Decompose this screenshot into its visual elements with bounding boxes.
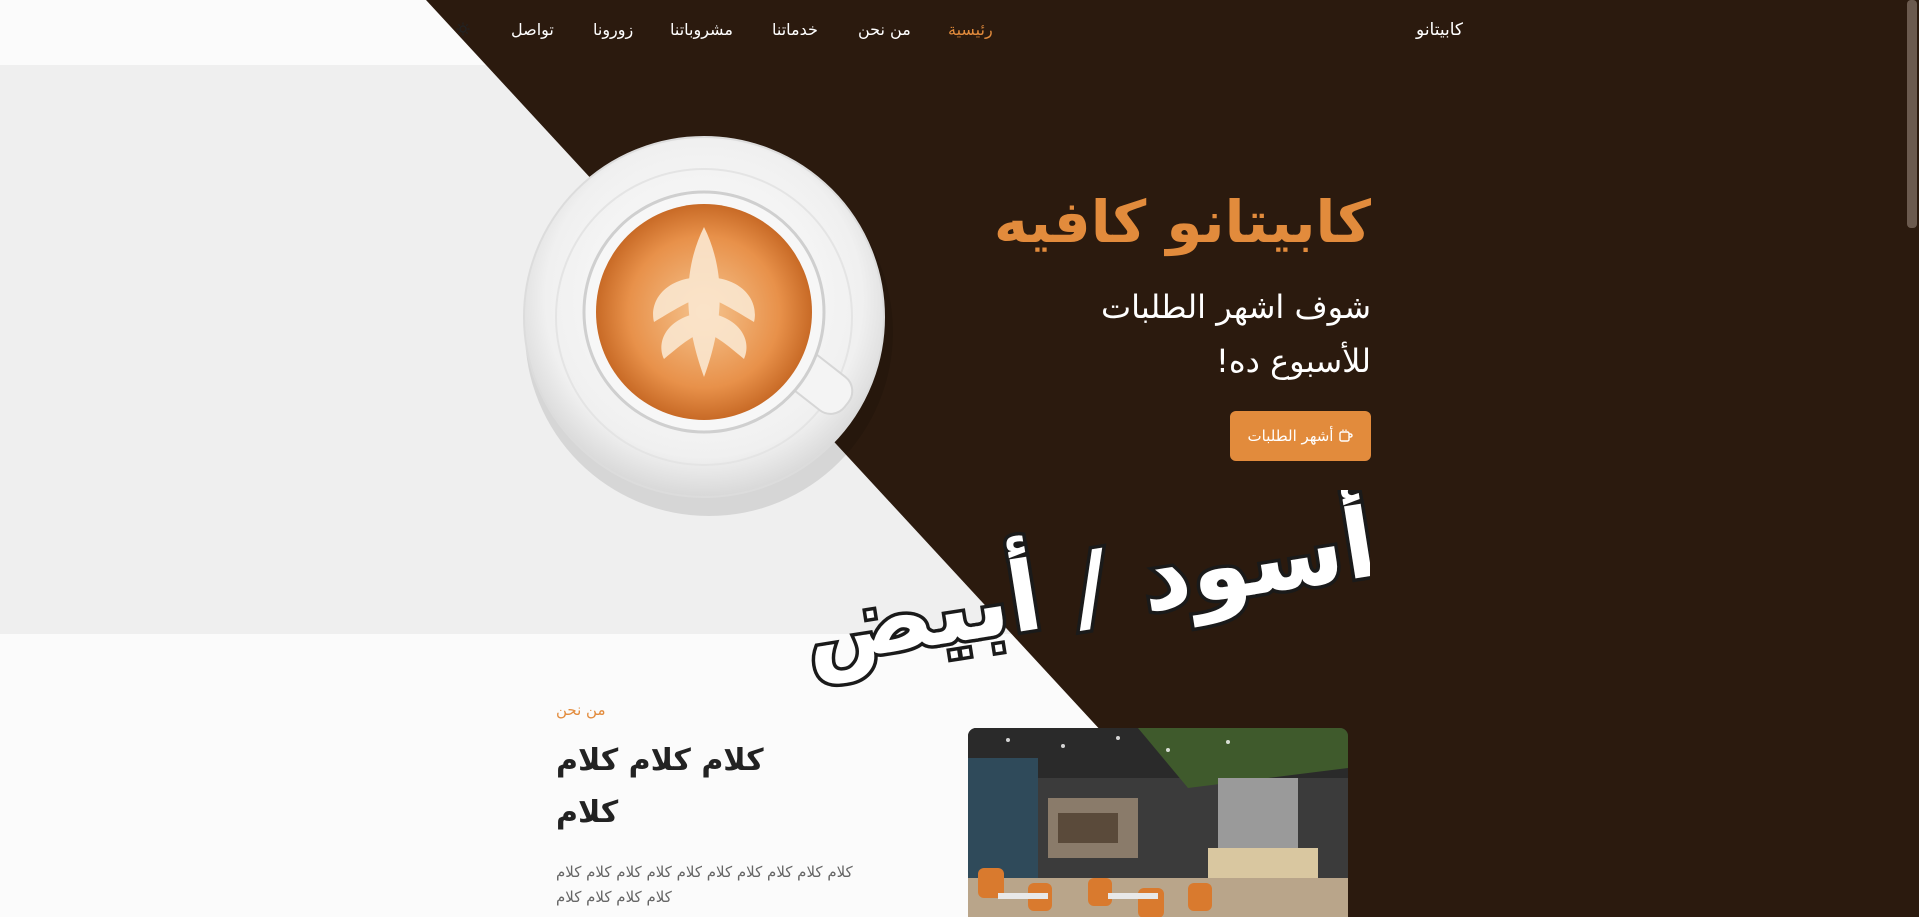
nav-links: رئيسية من نحن خدماتنا مشروباتنا زورونا ت… [0, 20, 1919, 46]
overlay-word: أسود / أبيض [810, 490, 1370, 689]
black-white-overlay-text: أسود / أبيض [810, 490, 1370, 690]
cafe-interior-photo [968, 728, 1348, 917]
cappuccino-image [523, 136, 893, 516]
sun-icon[interactable] [456, 22, 470, 36]
scrollbar-thumb[interactable] [1907, 0, 1917, 228]
top-orders-button[interactable]: أشهر الطلبات [1230, 411, 1371, 461]
nav-link-services[interactable]: خدماتنا [772, 20, 818, 39]
nav-link-drinks[interactable]: مشروباتنا [670, 20, 733, 39]
top-orders-button-label: أشهر الطلبات [1247, 427, 1334, 445]
top-navbar: كابيتانو رئيسية من نحن خدماتنا مشروباتنا… [0, 0, 1919, 65]
nav-link-visit[interactable]: زورونا [593, 20, 633, 39]
diagonal-dark-panel [426, 0, 1919, 917]
nav-link-about[interactable]: من نحن [858, 20, 911, 39]
nav-link-home[interactable]: رئيسية [948, 20, 993, 39]
about-body-text: كلام كلام كلام كلام كلام كلام كلام كلام … [556, 863, 853, 906]
hero-title: كابيتانو كافيه [993, 188, 1371, 256]
hero-subtitle: شوف اشهر الطلبات للأسبوع ده! [1101, 288, 1371, 380]
scrollbar[interactable] [1905, 0, 1919, 917]
nav-link-contact[interactable]: تواصل [511, 20, 554, 39]
coffee-cup-icon [1339, 429, 1354, 442]
about-eyebrow: من نحن [556, 701, 606, 719]
about-title: كلام كلام كلام كلام [556, 743, 764, 830]
